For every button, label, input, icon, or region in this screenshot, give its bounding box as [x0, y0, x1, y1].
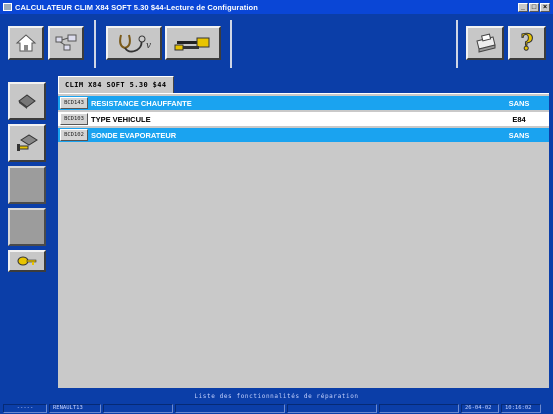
help-icon: ?	[520, 30, 534, 57]
close-button[interactable]: ×	[540, 2, 550, 12]
list-item[interactable]: BCD143 RESISTANCE CHAUFFANTE SANS	[58, 96, 549, 110]
ecu-tools-icon	[17, 134, 38, 151]
diagnostic-button[interactable]: v	[106, 26, 162, 60]
maximize-button[interactable]: □	[529, 2, 539, 12]
main-panel: CLIM X84 SOFT 5.30 $44 BCD143 RESISTANCE…	[52, 74, 553, 390]
status-cell	[175, 403, 285, 413]
status-cell: -----	[3, 403, 47, 413]
ecu-tools-button[interactable]	[8, 124, 46, 162]
status-cell	[287, 403, 377, 413]
status-cell	[379, 403, 459, 413]
toolbar-separator	[230, 20, 232, 68]
param-value: E84	[512, 114, 526, 124]
key-button[interactable]	[8, 250, 46, 272]
status-cell	[103, 403, 173, 413]
app-icon	[3, 3, 12, 11]
printer-icon	[476, 33, 496, 53]
ecu-button[interactable]	[8, 82, 46, 120]
param-code: BCD143	[60, 97, 88, 109]
key-icon	[17, 256, 37, 266]
stethoscope-icon: v	[119, 34, 151, 53]
param-code: BCD102	[60, 129, 88, 141]
window-controls: _ □ ×	[518, 2, 550, 12]
list-item[interactable]: BCD103 TYPE VEHICULE E84	[58, 112, 549, 126]
param-code: BCD103	[60, 113, 88, 125]
toolbar-separator	[456, 20, 458, 68]
status-bar: ----- RENAULT13 26-04-02 10:16:02	[0, 402, 553, 414]
print-button[interactable]	[466, 26, 504, 60]
param-value: SANS	[508, 130, 530, 140]
help-button[interactable]: ?	[508, 26, 546, 60]
minimize-button[interactable]: _	[518, 2, 528, 12]
tools-button[interactable]	[165, 26, 221, 60]
status-message: Liste des fonctionnalités de réparation	[0, 390, 553, 402]
param-label: SONDE EVAPORATEUR	[91, 130, 177, 140]
title-bar: CALCULATEUR CLIM X84 SOFT 5.30 $44-Lectu…	[0, 0, 553, 14]
network-button[interactable]	[48, 26, 84, 60]
disabled-button	[8, 208, 46, 246]
param-label: RESISTANCE CHAUFFANTE	[91, 98, 192, 108]
toolbar-separator	[94, 20, 96, 68]
toolbar: v ?	[0, 14, 553, 74]
window-title: CALCULATEUR CLIM X84 SOFT 5.30 $44-Lectu…	[15, 2, 258, 12]
left-sidebar	[0, 74, 52, 390]
status-date: 26-04-02	[461, 403, 499, 413]
disabled-button	[8, 166, 46, 204]
network-icon	[55, 34, 77, 51]
home-button[interactable]	[8, 26, 44, 60]
status-time: 10:16:02	[501, 403, 541, 413]
tab-ecu-config[interactable]: CLIM X84 SOFT 5.30 $44	[58, 76, 174, 93]
tools-icon	[174, 37, 210, 51]
configuration-list: BCD143 RESISTANCE CHAUFFANTE SANS BCD103…	[58, 93, 549, 388]
home-icon	[15, 34, 37, 52]
param-value: SANS	[508, 98, 530, 108]
status-cell: RENAULT13	[49, 403, 101, 413]
param-label: TYPE VEHICULE	[91, 114, 151, 124]
svg-text:v: v	[146, 41, 151, 51]
ecu-icon	[18, 94, 36, 109]
list-item[interactable]: BCD102 SONDE EVAPORATEUR SANS	[58, 128, 549, 142]
